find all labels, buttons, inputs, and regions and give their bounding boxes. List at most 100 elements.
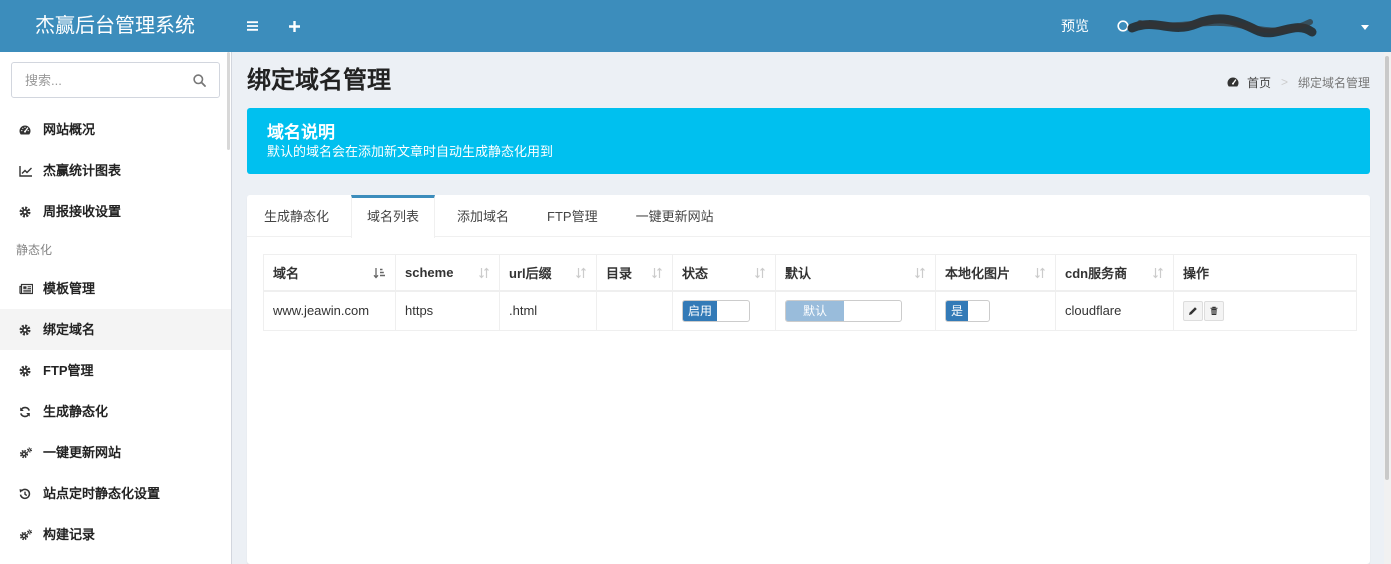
sidebar-item-bind-domain[interactable]: 绑定域名 bbox=[0, 309, 231, 350]
sidebar-item-label: 绑定域名 bbox=[43, 322, 96, 337]
sidebar-item-update-site[interactable]: 一键更新网站 bbox=[0, 432, 231, 473]
column-label: 状态 bbox=[682, 265, 709, 281]
column-header-actions: 操作 bbox=[1173, 254, 1357, 292]
column-label: 操作 bbox=[1183, 265, 1210, 281]
breadcrumb: 首页 > 绑定域名管理 bbox=[1227, 74, 1370, 90]
sort-amount-asc-icon bbox=[373, 268, 385, 279]
redacted-username bbox=[1127, 14, 1317, 38]
user-menu-dropdown[interactable] bbox=[1112, 0, 1374, 52]
column-label: 域名 bbox=[273, 265, 300, 281]
newspaper-icon bbox=[19, 282, 33, 295]
cell-directory bbox=[596, 290, 673, 331]
sort-icon bbox=[576, 267, 586, 279]
gear-icon bbox=[19, 323, 33, 336]
sidebar-item-label: 周报接收设置 bbox=[43, 204, 122, 219]
sidebar-item-label: 模板管理 bbox=[43, 281, 96, 296]
bars-icon bbox=[246, 21, 258, 31]
brand-title[interactable]: 杰赢后台管理系统 bbox=[0, 0, 230, 52]
cell-default: 默认 bbox=[775, 290, 936, 331]
sort-icon bbox=[755, 267, 765, 279]
sidebar-item-scheduled-static[interactable]: 站点定时静态化设置 bbox=[0, 473, 231, 514]
edit-button[interactable] bbox=[1183, 300, 1203, 321]
sidebar-item-label: FTP管理 bbox=[43, 363, 94, 378]
breadcrumb-home-link[interactable]: 首页 bbox=[1227, 74, 1271, 91]
cell-url-suffix: .html bbox=[499, 290, 597, 331]
breadcrumb-separator: > bbox=[1280, 75, 1288, 89]
page-scrollbar[interactable] bbox=[1384, 52, 1391, 564]
plus-icon bbox=[288, 20, 300, 32]
tab-add-domain[interactable]: 添加域名 bbox=[441, 195, 525, 237]
sidebar-menu: 网站概况 杰赢统计图表 周报接收设置 静态化 模板管理 绑定域名 FTP管理 生… bbox=[0, 109, 231, 555]
line-chart-icon bbox=[19, 164, 33, 177]
column-header-url-suffix[interactable]: url后缀 bbox=[499, 254, 597, 292]
sidebar-item-label: 站点定时静态化设置 bbox=[43, 486, 161, 501]
top-navbar: 杰赢后台管理系统 预览 bbox=[0, 0, 1391, 52]
search-icon[interactable] bbox=[193, 74, 206, 87]
sidebar-item-label: 一键更新网站 bbox=[43, 445, 122, 460]
sidebar: 网站概况 杰赢统计图表 周报接收设置 静态化 模板管理 绑定域名 bbox=[0, 52, 232, 564]
local-images-toggle-label: 是 bbox=[946, 300, 968, 321]
pencil-icon bbox=[1189, 306, 1197, 315]
domain-table: 域名 scheme url后缀 目录 状态 默认 本地化图片 cdn服务商 操作 bbox=[263, 254, 1357, 331]
sidebar-item-label: 杰赢统计图表 bbox=[43, 163, 122, 178]
cogs-icon bbox=[19, 446, 33, 459]
column-header-domain[interactable]: 域名 bbox=[263, 254, 396, 292]
trash-icon bbox=[1210, 306, 1218, 315]
column-label: 本地化图片 bbox=[945, 265, 1011, 281]
cogs-icon bbox=[19, 528, 33, 541]
tab-generate-static[interactable]: 生成静态化 bbox=[248, 195, 345, 237]
sidebar-toggle-button[interactable] bbox=[240, 0, 264, 52]
default-toggle-switch[interactable]: 默认 bbox=[785, 299, 902, 322]
callout-title: 域名说明 bbox=[267, 123, 335, 142]
sidebar-section-header: 静态化 bbox=[16, 243, 53, 257]
preview-link[interactable]: 预览 bbox=[1061, 0, 1089, 52]
callout-text: 默认的域名会在添加新文章时自动生成静态化用到 bbox=[267, 144, 554, 159]
tab-update-site[interactable]: 一键更新网站 bbox=[620, 195, 730, 237]
sort-icon bbox=[915, 267, 925, 279]
add-button[interactable] bbox=[282, 0, 306, 52]
sidebar-item-overview[interactable]: 网站概况 bbox=[0, 109, 231, 150]
sort-icon bbox=[1035, 267, 1045, 279]
cell-local-images: 是 bbox=[935, 290, 1056, 331]
sort-icon bbox=[479, 267, 489, 279]
column-label: cdn服务商 bbox=[1065, 265, 1128, 281]
column-header-scheme[interactable]: scheme bbox=[395, 254, 500, 292]
column-header-cdn[interactable]: cdn服务商 bbox=[1055, 254, 1174, 292]
column-header-local-images[interactable]: 本地化图片 bbox=[935, 254, 1056, 292]
sidebar-item-weekly-report[interactable]: 周报接收设置 bbox=[0, 191, 231, 232]
column-label: 默认 bbox=[785, 265, 812, 281]
tab-bar: 生成静态化 域名列表 添加域名 FTP管理 一键更新网站 bbox=[247, 195, 1370, 238]
sidebar-item-generate-static[interactable]: 生成静态化 bbox=[0, 391, 231, 432]
gear-icon bbox=[19, 205, 33, 218]
table-header-row: 域名 scheme url后缀 目录 状态 默认 本地化图片 cdn服务商 操作 bbox=[263, 254, 1357, 292]
tab-ftp-management[interactable]: FTP管理 bbox=[531, 195, 614, 237]
sidebar-item-templates[interactable]: 模板管理 bbox=[0, 268, 231, 309]
sidebar-item-label: 网站概况 bbox=[43, 122, 96, 137]
sidebar-search bbox=[11, 62, 220, 98]
page-title: 绑定域名管理 bbox=[247, 67, 391, 94]
page-scrollbar-thumb[interactable] bbox=[1385, 56, 1389, 480]
search-input[interactable] bbox=[12, 63, 192, 97]
tab-domain-list[interactable]: 域名列表 bbox=[351, 195, 436, 238]
sidebar-item-ftp[interactable]: FTP管理 bbox=[0, 350, 231, 391]
caret-down-icon bbox=[1361, 25, 1369, 30]
delete-button[interactable] bbox=[1204, 300, 1224, 321]
sort-icon bbox=[652, 267, 662, 279]
local-images-toggle-switch[interactable]: 是 bbox=[945, 299, 990, 322]
status-toggle-switch[interactable]: 启用 bbox=[682, 299, 750, 322]
sidebar-item-label: 构建记录 bbox=[43, 527, 96, 542]
column-header-directory[interactable]: 目录 bbox=[596, 254, 673, 292]
sidebar-item-build-log[interactable]: 构建记录 bbox=[0, 514, 231, 555]
column-label: scheme bbox=[405, 264, 454, 280]
column-header-default[interactable]: 默认 bbox=[775, 254, 936, 292]
default-toggle-label: 默认 bbox=[786, 300, 844, 321]
history-icon bbox=[19, 487, 33, 500]
gear-icon bbox=[19, 364, 33, 377]
sidebar-item-stats-charts[interactable]: 杰赢统计图表 bbox=[0, 150, 231, 191]
breadcrumb-current: 绑定域名管理 bbox=[1297, 75, 1370, 90]
sort-icon bbox=[1153, 267, 1163, 279]
column-header-status[interactable]: 状态 bbox=[672, 254, 776, 292]
status-toggle-label: 启用 bbox=[683, 300, 717, 321]
cell-cdn: cloudflare bbox=[1055, 290, 1174, 331]
cell-status: 启用 bbox=[672, 290, 776, 331]
